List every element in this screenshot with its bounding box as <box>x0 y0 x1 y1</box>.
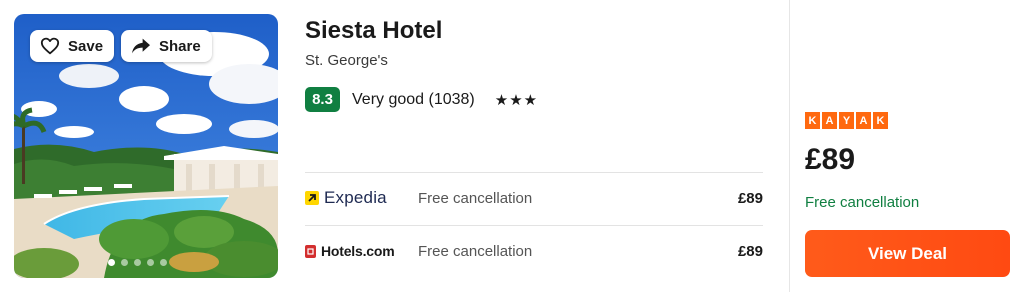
carousel-dot[interactable] <box>160 259 167 266</box>
best-deal-cancellation: Free cancellation <box>805 194 920 211</box>
carousel-dot[interactable] <box>121 259 128 266</box>
kayak-logo-letter: Y <box>839 112 854 129</box>
save-button[interactable]: Save <box>30 30 114 62</box>
best-price: £89 <box>805 143 856 176</box>
review-summary: Very good (1038) <box>352 90 475 108</box>
share-button-label: Share <box>159 37 201 55</box>
provider-name: Expedia <box>324 188 387 207</box>
column-separator <box>789 0 790 292</box>
review-score-badge: 8.3 <box>305 87 340 112</box>
kayak-logo-letter: A <box>856 112 871 129</box>
share-button[interactable]: Share <box>121 30 212 62</box>
hotel-name[interactable]: Siesta Hotel <box>305 17 442 45</box>
carousel-dots <box>108 259 167 266</box>
carousel-dot[interactable] <box>134 259 141 266</box>
expedia-logo: Expedia <box>305 188 418 208</box>
hotels-logo: Hotels.com <box>305 243 418 259</box>
share-arrow-icon <box>132 38 150 54</box>
provider-row-hotels[interactable]: Hotels.com Free cancellation £89 <box>305 236 763 266</box>
hotels-bed-icon <box>305 244 316 258</box>
carousel-dot[interactable] <box>108 259 115 266</box>
provider-cancellation: Free cancellation <box>418 189 533 207</box>
provider-name: Hotels.com <box>321 243 395 259</box>
carousel-dot[interactable] <box>147 259 154 266</box>
view-deal-button[interactable]: View Deal <box>805 230 1010 277</box>
kayak-logo-letter: A <box>822 112 837 129</box>
kayak-logo: K A Y A K <box>805 112 888 129</box>
rating-row: 8.3 Very good (1038) ★★★ <box>305 87 538 112</box>
hotel-result-card[interactable]: Save Share Siesta Hotel St. George's 8.3… <box>0 0 1024 292</box>
provider-price: £89 <box>737 189 763 207</box>
hotel-photo-carousel[interactable]: Save Share <box>14 14 278 278</box>
kayak-logo-letter: K <box>873 112 888 129</box>
divider <box>305 172 763 173</box>
divider <box>305 225 763 226</box>
provider-price: £89 <box>737 242 763 260</box>
hotel-location: St. George's <box>305 52 388 69</box>
heart-icon <box>40 37 60 55</box>
star-rating: ★★★ <box>494 91 539 109</box>
kayak-logo-letter: K <box>805 112 820 129</box>
expedia-arrow-icon <box>305 191 319 205</box>
provider-cancellation: Free cancellation <box>418 242 533 260</box>
provider-row-expedia[interactable]: Expedia Free cancellation £89 <box>305 183 763 213</box>
save-button-label: Save <box>68 37 104 55</box>
